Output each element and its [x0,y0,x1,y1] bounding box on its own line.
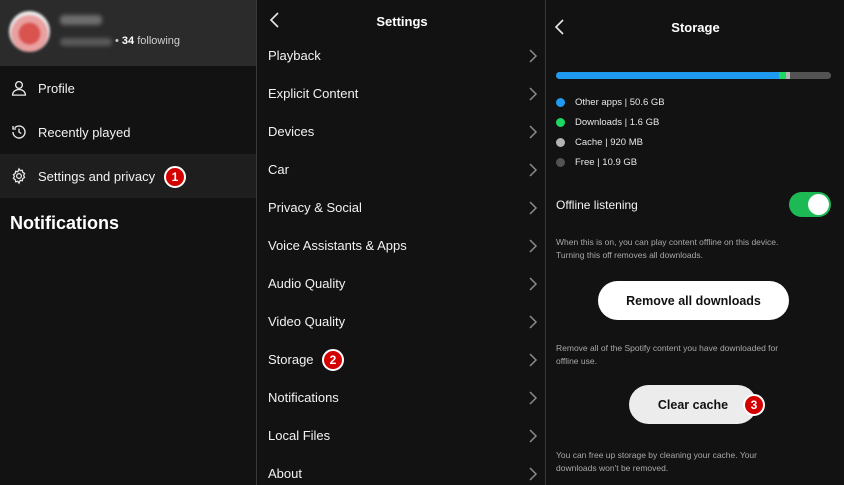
chevron-right-icon [529,163,538,177]
profile-header[interactable]: • 34 following [0,0,256,66]
settings-list: Playback Explicit Content Devices Car Pr… [258,37,545,485]
settings-item-playback[interactable]: Playback [258,37,545,75]
offline-listening-label: Offline listening [556,198,638,212]
offline-listening-toggle[interactable] [789,192,831,217]
following-count: • 34 following [115,35,181,47]
remove-help-text: Remove all of the Spotify content you ha… [556,343,779,366]
storage-usage-bar [556,72,831,79]
chevron-right-icon [529,315,538,329]
settings-item-car[interactable]: Car [258,151,545,189]
settings-item-video-quality[interactable]: Video Quality [258,303,545,341]
settings-item-local-files[interactable]: Local Files [258,417,545,455]
chevron-right-icon [529,239,538,253]
remove-all-downloads-button[interactable]: Remove all downloads [598,281,789,320]
chevron-right-icon [529,201,538,215]
cache-help-text: You can free up storage by cleaning your… [556,450,757,473]
settings-item-devices[interactable]: Devices [258,113,545,151]
legend-dot [556,98,565,107]
step-badge-2: 2 [322,349,344,371]
legend-dot [556,118,565,127]
settings-item-about[interactable]: About [258,455,545,485]
settings-item-privacy-social[interactable]: Privacy & Social [258,189,545,227]
sidebar-item-profile[interactable]: Profile [0,66,256,110]
blurred-followers [60,38,112,46]
user-icon [11,80,27,96]
chevron-right-icon [529,429,538,443]
settings-item-explicit-content[interactable]: Explicit Content [258,75,545,113]
chevron-right-icon [529,467,538,481]
chevron-right-icon [529,391,538,405]
usage-segment [790,72,831,79]
page-title: Settings [376,14,428,29]
sidebar-item-settings-and-privacy[interactable]: Settings and privacy [0,154,256,198]
sidebar-item-recently-played[interactable]: Recently played [0,110,256,154]
gear-icon [12,167,26,185]
settings-item-storage[interactable]: Storage 2 [258,341,545,379]
chevron-right-icon [529,277,538,291]
following-number: 34 [121,35,135,47]
chevron-right-icon [529,125,538,139]
sidebar-item-label: Recently played [38,124,131,140]
settings-item-voice-assistants[interactable]: Voice Assistants & Apps [258,227,545,265]
legend-dot [556,138,565,147]
step-badge-1: 1 [164,166,186,188]
notifications-heading: Notifications [10,213,120,233]
storage-panel: Storage Other apps | 50.6 GB Downloads |… [547,0,844,485]
settings-item-audio-quality[interactable]: Audio Quality [258,265,545,303]
blurred-username [60,15,102,25]
clear-cache-button[interactable]: Clear cache [629,385,757,424]
chevron-right-icon [529,353,538,367]
avatar[interactable] [9,11,50,52]
usage-segment [778,72,786,79]
profile-menu-panel: • 34 following Profile Recently played S… [0,0,257,485]
following-label: following [137,35,181,47]
history-icon [12,125,26,139]
legend-dot [556,158,565,167]
step-badge-3: 3 [743,394,765,416]
chevron-right-icon [529,87,538,101]
sidebar-item-label: Settings and privacy [38,168,156,184]
settings-item-notifications[interactable]: Notifications [258,379,545,417]
chevron-right-icon [529,49,538,63]
toggle-knob [808,194,829,215]
sidebar-item-label: Profile [38,80,75,96]
usage-segment [556,72,779,79]
settings-panel: Settings Playback Explicit Content Devic… [258,0,546,485]
page-title: Storage [671,20,720,35]
offline-help-text: When this is on, you can play content of… [556,237,779,260]
